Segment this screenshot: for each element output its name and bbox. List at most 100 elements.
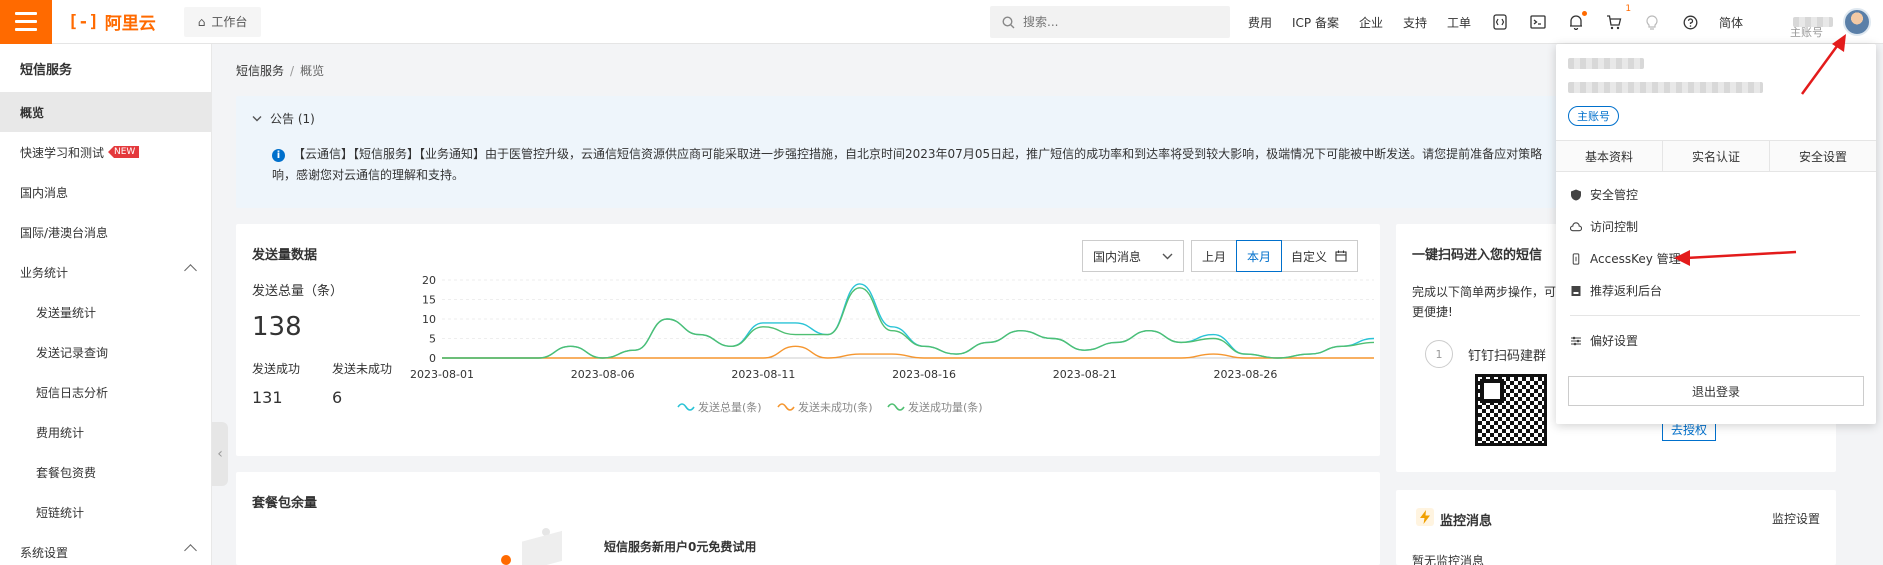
new-badge: NEW [108, 146, 140, 158]
calendar-icon [1335, 250, 1347, 262]
sidebar-item-label: 发送量统计 [36, 305, 97, 320]
chevron-left-icon: ‹ [217, 446, 223, 462]
sidebar-item-overview[interactable]: 概览 [0, 92, 211, 132]
top-nav: 费用 ICP 备案 企业 支持 工单 1 简体 [1248, 0, 1743, 44]
y-tick-label: 10 [422, 313, 436, 326]
region-select[interactable]: 国内消息 [1082, 240, 1184, 272]
menu-preferences[interactable]: 偏好设置 [1570, 332, 1638, 349]
tab-basic-info[interactable]: 基本资料 [1556, 141, 1663, 171]
package-promo[interactable]: 短信服务新用户0元免费试用 [604, 538, 756, 555]
x-tick-label: 2023-08-16 [892, 368, 956, 381]
range-segment: 上月 本月 自定义 [1191, 240, 1359, 272]
info-icon: i [272, 149, 285, 162]
bulb-icon[interactable] [1643, 13, 1661, 31]
masked-account-id [1568, 82, 1763, 93]
menu-access-control[interactable]: 访问控制 [1570, 218, 1638, 235]
sidebar-group-stats[interactable]: 业务统计 [0, 252, 211, 292]
sidebar-title: 短信服务 [20, 62, 73, 78]
brand-logo[interactable]: [-] 阿里云 [68, 9, 156, 35]
total-label: 发送总量（条） [252, 284, 344, 299]
success-label: 发送成功 [252, 362, 301, 376]
nav-enterprise[interactable]: 企业 [1359, 14, 1383, 31]
menu-label: AccessKey 管理 [1590, 252, 1681, 266]
sidebar-item-label: 国际/港澳台消息 [20, 225, 109, 240]
menu-rebate[interactable]: 推荐返利后台 [1570, 282, 1662, 299]
notice-line-1: 【云通信】【短信服务】【业务通知】由于医管控升级，云通信短信资源供应商可能采取进… [293, 147, 1543, 161]
search-box[interactable] [990, 6, 1230, 38]
breadcrumb-separator: / [290, 64, 295, 78]
y-tick-label: 20 [422, 274, 436, 287]
menu-accesskey[interactable]: AccessKey 管理 [1570, 250, 1681, 267]
menu-label: 推荐返利后台 [1590, 284, 1663, 298]
fail-label: 发送未成功 [332, 362, 393, 376]
package-title: 套餐包余量 [252, 496, 318, 511]
range-custom[interactable]: 自定义 [1281, 241, 1357, 271]
masked-account-name [1568, 58, 1644, 69]
sidebar-item-label: 费用统计 [36, 425, 85, 440]
sidebar-item-domestic[interactable]: 国内消息 [0, 172, 211, 212]
sidebar-item-international[interactable]: 国际/港澳台消息 [0, 212, 211, 252]
nav-ticket[interactable]: 工单 [1447, 14, 1471, 31]
sliders-icon [1571, 336, 1581, 345]
notice-toggle[interactable]: 公告 (1) [252, 110, 315, 127]
sidebar-item-log-analysis[interactable]: 短信日志分析 [0, 372, 211, 412]
sidebar-item-shortlink-stats[interactable]: 短链统计 [0, 492, 211, 532]
sidebar-group-settings[interactable]: 系统设置 [0, 532, 211, 565]
x-tick-label: 2023-08-01 [410, 368, 474, 381]
avatar[interactable] [1843, 8, 1871, 36]
sidebar-item-label: 短链统计 [36, 505, 85, 520]
fail-value: 6 [332, 388, 343, 407]
breadcrumb-root[interactable]: 短信服务 [236, 64, 284, 78]
legend-symbol [677, 403, 695, 411]
bell-icon[interactable] [1567, 11, 1588, 31]
monitor-settings-link[interactable]: 监控设置 [1772, 510, 1820, 527]
package-illustration [501, 528, 562, 565]
tab-security-settings[interactable]: 安全设置 [1770, 141, 1876, 171]
qr-code [1475, 374, 1547, 446]
chevron-up-icon [184, 264, 197, 277]
monitor-title: 监控消息 [1440, 514, 1493, 529]
brand-name: 阿里云 [104, 14, 156, 34]
x-tick-label: 2023-08-21 [1053, 368, 1117, 381]
sidebar-item-send-records[interactable]: 发送记录查询 [0, 332, 211, 372]
nav-billing[interactable]: 费用 [1248, 14, 1272, 31]
range-last-month[interactable]: 上月 [1192, 241, 1238, 271]
key-icon [1572, 252, 1580, 265]
cart-icon[interactable]: 1 [1605, 4, 1631, 31]
nav-support[interactable]: 支持 [1403, 14, 1427, 31]
legend-label: 发送成功量(条) [908, 400, 983, 414]
book-icon [1571, 285, 1581, 296]
sidebar-item-quickstart[interactable]: 快速学习和测试 NEW [0, 132, 211, 172]
menu-security-control[interactable]: 安全管控 [1570, 186, 1638, 203]
terminal-icon[interactable] [1529, 13, 1547, 31]
workbench-button[interactable]: ⌂ 工作台 [183, 6, 262, 37]
notice-line-2: 响，感谢您对云通信的理解和支持。 [272, 168, 465, 182]
logout-button[interactable]: 退出登录 [1568, 376, 1864, 406]
sidebar-item-label: 概览 [20, 105, 45, 120]
help-icon[interactable] [1681, 13, 1699, 31]
scan-desc-1: 完成以下简单两步操作，可 [1412, 285, 1557, 299]
search-input[interactable] [1023, 15, 1203, 29]
sidebar-collapse-button[interactable]: ‹ [212, 422, 228, 486]
nav-icp[interactable]: ICP 备案 [1292, 14, 1339, 31]
x-tick-label: 2023-08-11 [731, 368, 795, 381]
profile-tabs: 基本资料 实名认证 安全设置 [1556, 140, 1876, 172]
code-icon[interactable] [1491, 13, 1509, 31]
scan-description: 完成以下简单两步操作，可 更便捷! [1412, 282, 1556, 322]
sidebar-item-package-pricing[interactable]: 套餐包资费 [0, 452, 211, 492]
sidebar-item-cost-stats[interactable]: 费用统计 [0, 412, 211, 452]
menu-icon[interactable] [0, 0, 52, 44]
sidebar-item-send-stats[interactable]: 发送量统计 [0, 292, 211, 332]
step-number: 1 [1425, 340, 1453, 368]
main-account-label: 主账号 [1790, 26, 1823, 39]
tab-real-name[interactable]: 实名认证 [1663, 141, 1770, 171]
cart-badge: 1 [1625, 4, 1632, 14]
language-switch[interactable]: 简体 [1719, 14, 1743, 31]
sidebar-item-label: 发送记录查询 [36, 345, 109, 360]
sidebar-item-label: 业务统计 [20, 265, 69, 280]
workbench-label: 工作台 [211, 15, 248, 29]
shield-icon [1571, 189, 1581, 200]
sidebar-item-label: 短信日志分析 [36, 385, 109, 400]
range-this-month[interactable]: 本月 [1236, 240, 1283, 272]
bell-badge [1582, 11, 1588, 16]
